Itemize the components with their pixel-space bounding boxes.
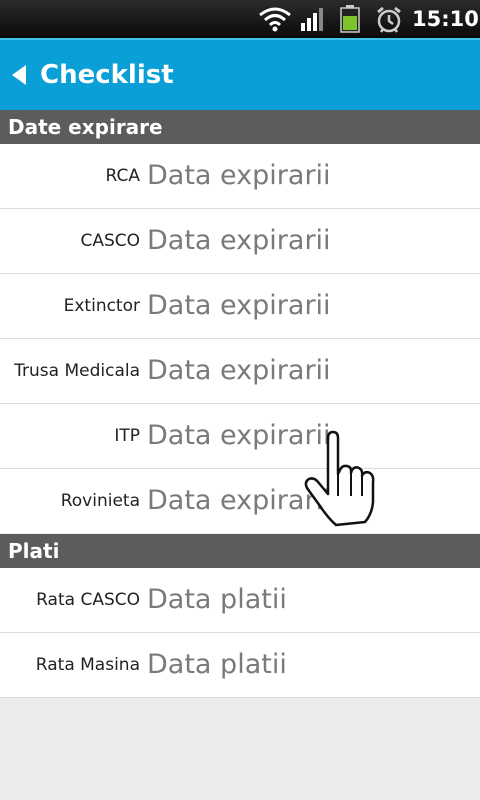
date-field[interactable]: Data expirarii bbox=[147, 414, 447, 458]
list-date-expirare: RCA Data expirarii CASCO Data expirarii … bbox=[0, 144, 480, 533]
status-clock: 15:10 bbox=[412, 7, 479, 31]
row-label: RCA bbox=[105, 166, 140, 186]
date-field[interactable]: Data expirarii bbox=[147, 479, 447, 523]
list-item: RCA Data expirarii bbox=[0, 144, 480, 209]
list-item: Extinctor Data expirarii bbox=[0, 274, 480, 339]
list-item: Trusa Medicala Data expirarii bbox=[0, 339, 480, 404]
list-item: CASCO Data expirarii bbox=[0, 209, 480, 274]
status-bar: 15:10 bbox=[0, 0, 480, 38]
list-item: Rata CASCO Data platii bbox=[0, 568, 480, 633]
row-label: Rovinieta bbox=[60, 491, 140, 511]
signal-icon bbox=[301, 8, 323, 31]
row-label: CASCO bbox=[80, 231, 140, 251]
back-arrow-icon bbox=[12, 65, 26, 85]
hand-pointer-icon bbox=[304, 430, 375, 527]
date-field[interactable]: Data expirarii bbox=[147, 284, 447, 328]
date-field[interactable]: Data expirarii bbox=[147, 349, 447, 393]
date-field[interactable]: Data expirarii bbox=[147, 154, 447, 198]
date-field[interactable]: Data platii bbox=[147, 643, 447, 687]
battery-icon bbox=[340, 5, 360, 33]
date-field[interactable]: Data expirarii bbox=[147, 219, 447, 263]
row-label: Rata CASCO bbox=[36, 590, 140, 610]
wifi-icon bbox=[259, 7, 291, 32]
action-bar: Checklist bbox=[0, 38, 480, 110]
row-label: Extinctor bbox=[63, 296, 140, 316]
list-plati: Rata CASCO Data platii Rata Masina Data … bbox=[0, 568, 480, 698]
date-field[interactable]: Data platii bbox=[147, 578, 447, 622]
row-label: ITP bbox=[114, 426, 140, 446]
back-button[interactable]: Checklist bbox=[0, 40, 180, 110]
list-item: Rata Masina Data platii bbox=[0, 633, 480, 698]
page-title: Checklist bbox=[40, 60, 174, 90]
alarm-icon bbox=[377, 6, 401, 33]
section-header-plati: Plati bbox=[0, 534, 480, 568]
row-label: Rata Masina bbox=[35, 655, 140, 675]
list-item: ITP Data expirarii bbox=[0, 404, 480, 469]
row-label: Trusa Medicala bbox=[14, 361, 140, 381]
section-header-date-expirare: Date expirare bbox=[0, 110, 480, 144]
list-item: Rovinieta Data expirarii bbox=[0, 469, 480, 533]
